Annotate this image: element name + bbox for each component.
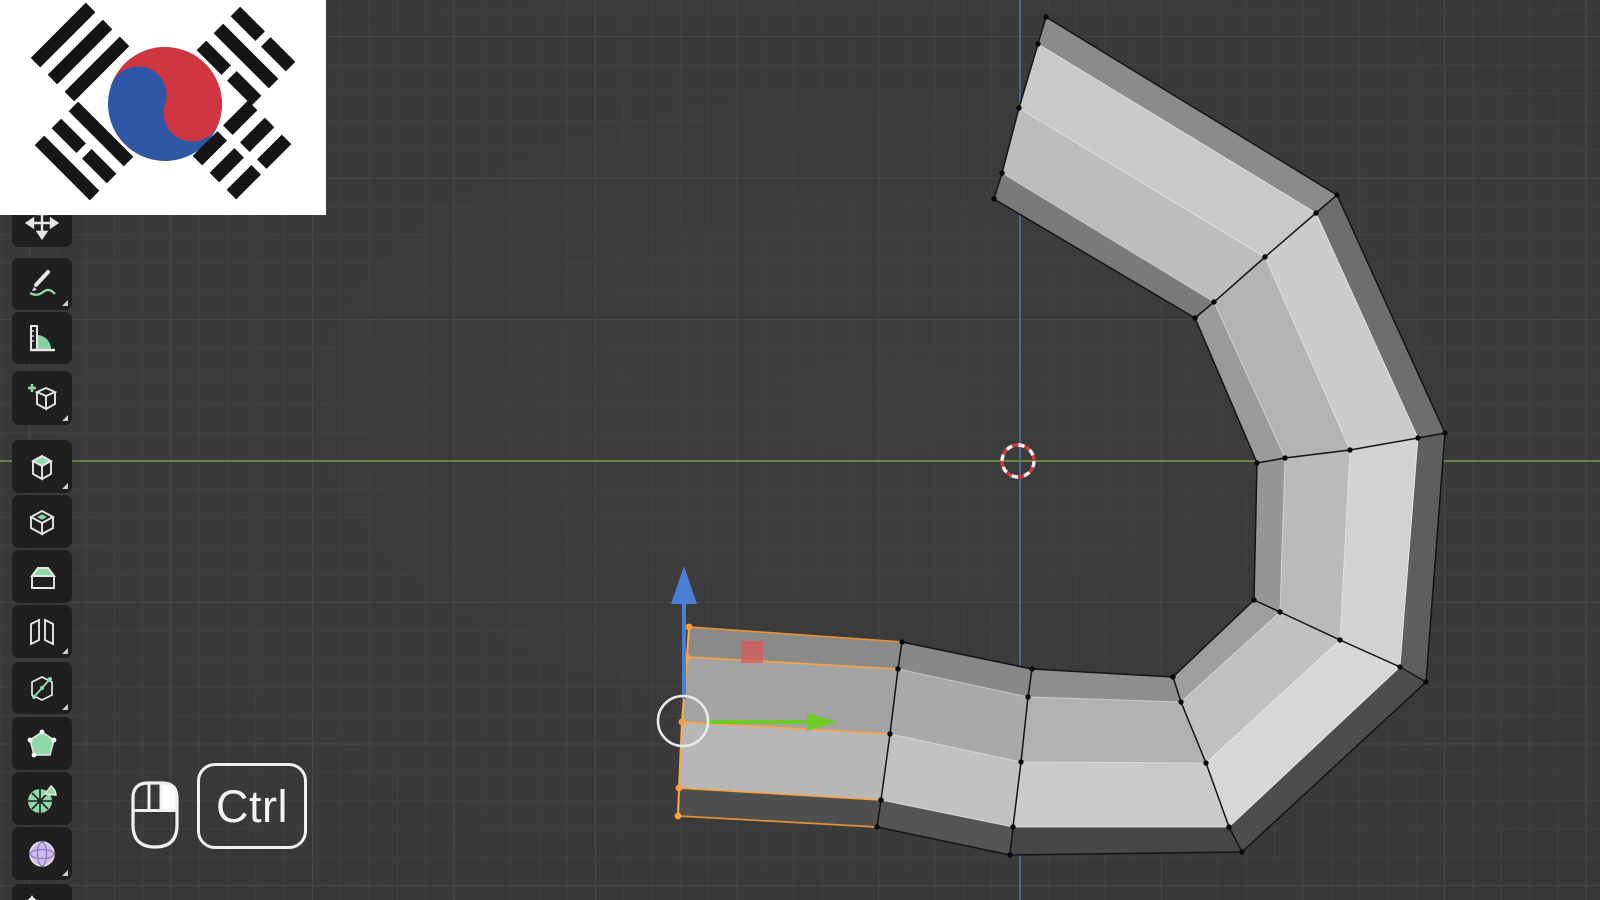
mesh-vertex[interactable]: [1423, 679, 1429, 685]
mesh-vertex[interactable]: [1018, 759, 1024, 765]
inset-faces-icon: [29, 509, 55, 536]
tool-button-annotate[interactable]: [12, 258, 72, 310]
submenu-indicator-icon: [62, 300, 68, 306]
tool-button-spin[interactable]: [12, 772, 72, 825]
mesh-vertex[interactable]: [1282, 455, 1288, 461]
mesh-vertex[interactable]: [1178, 699, 1184, 705]
mesh-vertex[interactable]: [1226, 824, 1232, 830]
mesh-face[interactable]: [1279, 449, 1351, 641]
tool-button-poly-build[interactable]: [12, 717, 72, 770]
tool-button-smooth[interactable]: [12, 827, 72, 880]
mesh-vertex[interactable]: [1035, 41, 1041, 47]
submenu-indicator-icon: [62, 415, 68, 421]
annotate-icon: [29, 270, 56, 296]
mesh-vertex[interactable]: [1254, 460, 1260, 466]
key-label: Ctrl: [216, 780, 288, 832]
edge-slide-icon: [27, 895, 37, 900]
mesh-vertex[interactable]: [1043, 14, 1049, 20]
loop-cut-icon: [30, 617, 54, 646]
bevel-icon: [30, 566, 56, 589]
submenu-indicator-icon: [62, 704, 68, 710]
mesh-vertex[interactable]: [1337, 637, 1343, 643]
south-korea-flag-overlay: [0, 0, 326, 215]
tool-button-inset-faces[interactable]: [12, 495, 72, 548]
tool-button-extrude-region[interactable]: [12, 440, 72, 493]
poly-build-icon: [27, 729, 57, 757]
mesh-vertex[interactable]: [899, 639, 905, 645]
tool-button-knife[interactable]: [12, 662, 72, 714]
mesh-vertex[interactable]: [999, 170, 1005, 176]
mesh-vertex[interactable]: [878, 797, 884, 803]
mesh-vertex[interactable]: [1313, 210, 1319, 216]
submenu-indicator-icon: [62, 483, 68, 489]
spin-icon: [28, 784, 57, 813]
tool-button-add-cube[interactable]: [12, 371, 72, 425]
tool-button-bevel[interactable]: [12, 550, 72, 603]
mesh-vertex[interactable]: [1010, 824, 1016, 830]
mesh-face[interactable]: [1009, 826, 1243, 856]
mesh-vertex[interactable]: [1277, 609, 1283, 615]
smooth-icon: [29, 840, 55, 867]
mesh-vertex[interactable]: [895, 666, 901, 672]
mesh-vertex[interactable]: [1397, 664, 1403, 670]
mesh-vertex[interactable]: [1347, 447, 1353, 453]
mesh-vertex[interactable]: [1442, 430, 1448, 436]
mesh-face[interactable]: [678, 721, 891, 801]
mesh-vertex[interactable]: [1029, 666, 1035, 672]
mesh-vertex[interactable]: [1334, 192, 1340, 198]
add-cube-icon: [28, 384, 58, 411]
mouse-icon: [131, 781, 179, 849]
selected-vertex[interactable]: [674, 812, 682, 820]
tool-button-loop-cut[interactable]: [12, 605, 72, 658]
extrude-region-icon: [31, 454, 53, 481]
tool-button-measure[interactable]: [12, 312, 72, 364]
mesh-vertex[interactable]: [1203, 760, 1209, 766]
mesh-vertex[interactable]: [1007, 852, 1013, 858]
gizmo-plane-handle[interactable]: [741, 641, 763, 663]
mesh-vertex[interactable]: [1170, 674, 1176, 680]
knife-icon: [31, 676, 53, 701]
mesh-face[interactable]: [1020, 696, 1207, 764]
mesh-vertex[interactable]: [1016, 105, 1022, 111]
selected-vertex[interactable]: [678, 718, 686, 726]
mesh-vertex[interactable]: [1251, 597, 1257, 603]
mesh-vertex[interactable]: [874, 824, 880, 830]
mesh-vertex[interactable]: [1192, 315, 1198, 321]
blender-window: Ctrl: [0, 0, 1600, 900]
mesh-vertex[interactable]: [1025, 694, 1031, 700]
mesh-vertex[interactable]: [1262, 254, 1268, 260]
mouse-indicator: [128, 778, 182, 852]
mesh-vertex[interactable]: [1239, 849, 1245, 855]
mesh-face[interactable]: [1012, 761, 1230, 828]
measure-icon: [30, 325, 55, 352]
mesh-vertex[interactable]: [1415, 435, 1421, 441]
submenu-indicator-icon: [62, 648, 68, 654]
mesh-vertex[interactable]: [1211, 299, 1217, 305]
tool-button-edge-slide[interactable]: [12, 884, 72, 900]
mesh-vertex[interactable]: [887, 731, 893, 737]
ctrl-key-indicator: Ctrl: [197, 763, 307, 849]
mesh-vertex[interactable]: [991, 196, 997, 202]
selected-vertex[interactable]: [675, 784, 683, 792]
submenu-indicator-icon: [62, 870, 68, 876]
selected-vertex[interactable]: [685, 623, 693, 631]
